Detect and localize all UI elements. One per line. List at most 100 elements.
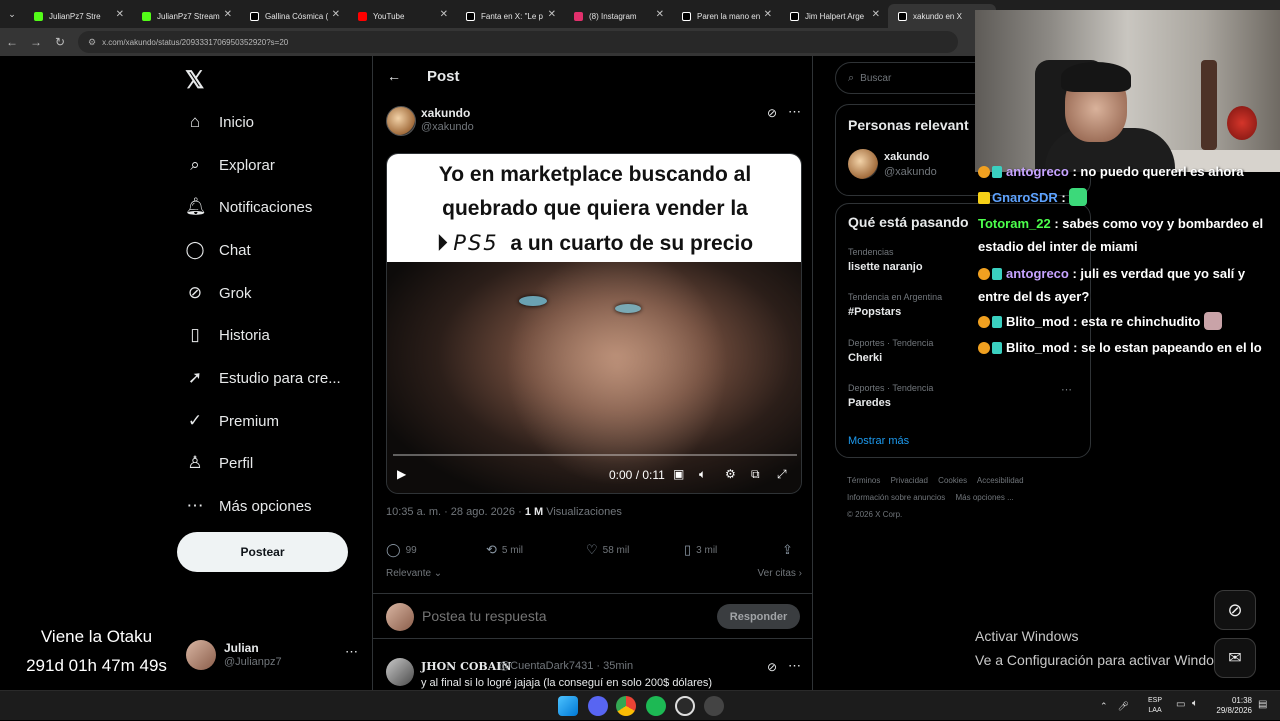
show-more-link[interactable]: Mostrar más bbox=[848, 435, 909, 447]
reply-input[interactable] bbox=[422, 608, 702, 624]
gift-badge-icon bbox=[992, 166, 1002, 178]
chevron-up-icon[interactable]: ⌃ bbox=[1100, 701, 1108, 712]
volume-icon[interactable]: 🔈︎ bbox=[1192, 698, 1198, 709]
avatar[interactable] bbox=[386, 658, 414, 686]
reply-post[interactable]: JHON COBAIN @CuentaDark7431 · 35min y al… bbox=[373, 652, 812, 690]
nav-item-premium[interactable]: ✓ Premium bbox=[185, 406, 279, 436]
like-button[interactable]: ♡ 58 mil bbox=[586, 542, 629, 558]
close-tab-icon[interactable]: ✕ bbox=[116, 9, 124, 20]
grok-icon[interactable]: ⊘ bbox=[767, 106, 777, 120]
chrome-icon[interactable] bbox=[616, 696, 636, 716]
author-avatar[interactable] bbox=[386, 106, 416, 136]
taskbar-clock[interactable]: 01:38 29/8/2026 bbox=[1212, 696, 1252, 716]
footer-link[interactable]: Términos bbox=[847, 476, 880, 485]
browser-tab[interactable]: Fanta en X: "Le p ✕ bbox=[456, 4, 564, 28]
author-handle[interactable]: @xakundo bbox=[421, 121, 474, 133]
chat-message: Blito_mod : se lo estan papeando en el l… bbox=[978, 336, 1280, 360]
reply-button[interactable]: ◯ 99 bbox=[386, 542, 417, 558]
nav-item-mas-opciones[interactable]: ⋯ Más opciones bbox=[185, 491, 312, 521]
reply-author-name[interactable]: JHON COBAIN bbox=[421, 660, 511, 673]
close-tab-icon[interactable]: ✕ bbox=[548, 9, 556, 20]
network-icon[interactable]: ▭ bbox=[1176, 699, 1185, 710]
nav-item-inicio[interactable]: ⌂ Inicio bbox=[185, 107, 254, 137]
bookmark-button[interactable]: ▯ 3 mil bbox=[684, 542, 717, 558]
nav-item-notificaciones[interactable]: 🔔︎ Notificaciones bbox=[185, 192, 312, 222]
x-icon bbox=[250, 11, 259, 21]
grok-float-button[interactable]: ⊘ bbox=[1214, 590, 1256, 630]
grok-icon[interactable]: ⊘ bbox=[767, 660, 777, 674]
footer-link[interactable]: Privacidad bbox=[891, 476, 928, 485]
ccleaner-icon[interactable] bbox=[675, 696, 695, 716]
footer-link[interactable]: Cookies bbox=[938, 476, 967, 485]
captions-icon[interactable]: ▣ bbox=[673, 467, 684, 481]
nav-item-historia[interactable]: ▯ Historia bbox=[185, 320, 270, 350]
account-switcher[interactable]: Julian @Julianpz7 ⋯ bbox=[186, 638, 362, 672]
volume-icon[interactable]: 🔈︎ bbox=[699, 467, 706, 482]
more-icon[interactable]: ⋯ bbox=[788, 658, 801, 674]
author-name[interactable]: xakundo bbox=[421, 106, 470, 120]
browser-tab[interactable]: YouTube ✕ bbox=[348, 4, 456, 28]
fullscreen-icon[interactable]: ⤢ bbox=[777, 467, 787, 482]
chat-user: Totoram_22 bbox=[978, 216, 1051, 231]
video-frame[interactable]: ▶ 0:00 / 0:11 ▣ 🔈︎ ⚙ ⧉ ⤢ bbox=[387, 262, 801, 493]
person-icon: ♙ bbox=[187, 453, 203, 472]
nav-item-perfil[interactable]: ♙ Perfil bbox=[185, 448, 253, 478]
back-arrow-icon[interactable]: ← bbox=[387, 68, 401, 84]
browser-tab[interactable]: JulianPz7 Stream ✕ bbox=[132, 4, 240, 28]
post-video[interactable]: Yo en marketplace buscando al quebrado q… bbox=[386, 153, 802, 494]
messages-float-button[interactable]: ✉ bbox=[1214, 638, 1256, 678]
obs-icon[interactable] bbox=[704, 696, 724, 716]
relevant-person-name[interactable]: xakundo bbox=[884, 151, 929, 163]
view-quotes-link[interactable]: Ver citas › bbox=[758, 568, 802, 579]
x-icon bbox=[466, 11, 475, 21]
site-info-icon[interactable]: ⚙ bbox=[88, 37, 96, 48]
microphone-icon[interactable]: 🎤︎ bbox=[1118, 701, 1129, 712]
webcam-bottle bbox=[1201, 60, 1217, 150]
close-tab-icon[interactable]: ✕ bbox=[656, 9, 664, 20]
avatar[interactable] bbox=[848, 149, 878, 179]
video-progress-bar[interactable] bbox=[393, 454, 797, 456]
reply-submit-button[interactable]: Responder bbox=[717, 604, 800, 629]
nav-item-chat[interactable]: ◯ Chat bbox=[185, 235, 250, 265]
play-icon[interactable]: ▶ bbox=[397, 467, 406, 481]
spotify-icon[interactable] bbox=[646, 696, 666, 716]
close-tab-icon[interactable]: ✕ bbox=[332, 9, 340, 20]
x-logo-icon[interactable]: 𝕏 bbox=[185, 66, 204, 95]
url-field[interactable]: ⚙ x.com/xakundo/status/209333170695035292… bbox=[78, 31, 958, 53]
more-icon[interactable]: ⋯ bbox=[788, 104, 801, 120]
nav-item-grok[interactable]: ⊘ Grok bbox=[185, 278, 252, 308]
browser-tab[interactable]: (8) Instagram ✕ bbox=[564, 4, 672, 28]
notifications-icon[interactable]: ▤ bbox=[1258, 699, 1267, 710]
more-icon[interactable]: ⋯ bbox=[345, 644, 358, 660]
share-button[interactable]: ⇪ bbox=[782, 542, 798, 558]
close-tab-icon[interactable]: ✕ bbox=[764, 9, 772, 20]
repost-button[interactable]: ⟲ 5 mil bbox=[486, 542, 523, 558]
picture-in-picture-icon[interactable]: ⧉ bbox=[751, 467, 760, 482]
post-button[interactable]: Postear bbox=[177, 532, 348, 572]
nav-item-estudio[interactable]: ➚ Estudio para cre... bbox=[185, 363, 341, 393]
sort-dropdown[interactable]: Relevante ⌄ bbox=[386, 568, 442, 579]
post-header: ← Post bbox=[373, 62, 812, 92]
discord-icon[interactable] bbox=[588, 696, 608, 716]
forward-icon[interactable]: → bbox=[24, 35, 48, 49]
reload-icon[interactable]: ↻ bbox=[48, 35, 72, 49]
close-tab-icon[interactable]: ✕ bbox=[872, 9, 880, 20]
footer-link[interactable]: Accesibilidad bbox=[977, 476, 1024, 485]
close-tab-icon[interactable]: ✕ bbox=[440, 9, 448, 20]
browser-tab[interactable]: Paren la mano en ✕ bbox=[672, 4, 780, 28]
windows-start-icon[interactable] bbox=[558, 696, 578, 716]
browser-tab[interactable]: Gallina Cósmica (✕ bbox=[240, 4, 348, 28]
browser-tab[interactable]: Jim Halpert Arge ✕ bbox=[780, 4, 888, 28]
tab-search-chevron-icon[interactable]: ⌄ bbox=[0, 9, 24, 20]
settings-icon[interactable]: ⚙ bbox=[725, 467, 736, 481]
close-tab-icon[interactable]: ✕ bbox=[224, 9, 232, 20]
browser-tab[interactable]: JulianPz7 Stre ✕ bbox=[24, 4, 132, 28]
more-icon[interactable]: ⋯ bbox=[1061, 383, 1072, 396]
footer-link[interactable]: Más opciones ... bbox=[956, 493, 1014, 502]
trend-item[interactable]: Deportes · Tendencia Paredes ⋯ bbox=[848, 383, 1078, 409]
main-column: ← Post xakundo @xakundo ⊘ ⋯ Yo en market… bbox=[372, 56, 813, 690]
nav-item-explorar[interactable]: ⌕ Explorar bbox=[185, 150, 275, 180]
language-indicator[interactable]: ESP LAA bbox=[1148, 696, 1162, 716]
footer-link[interactable]: Información sobre anuncios bbox=[847, 493, 945, 502]
back-icon[interactable]: ← bbox=[0, 35, 24, 49]
